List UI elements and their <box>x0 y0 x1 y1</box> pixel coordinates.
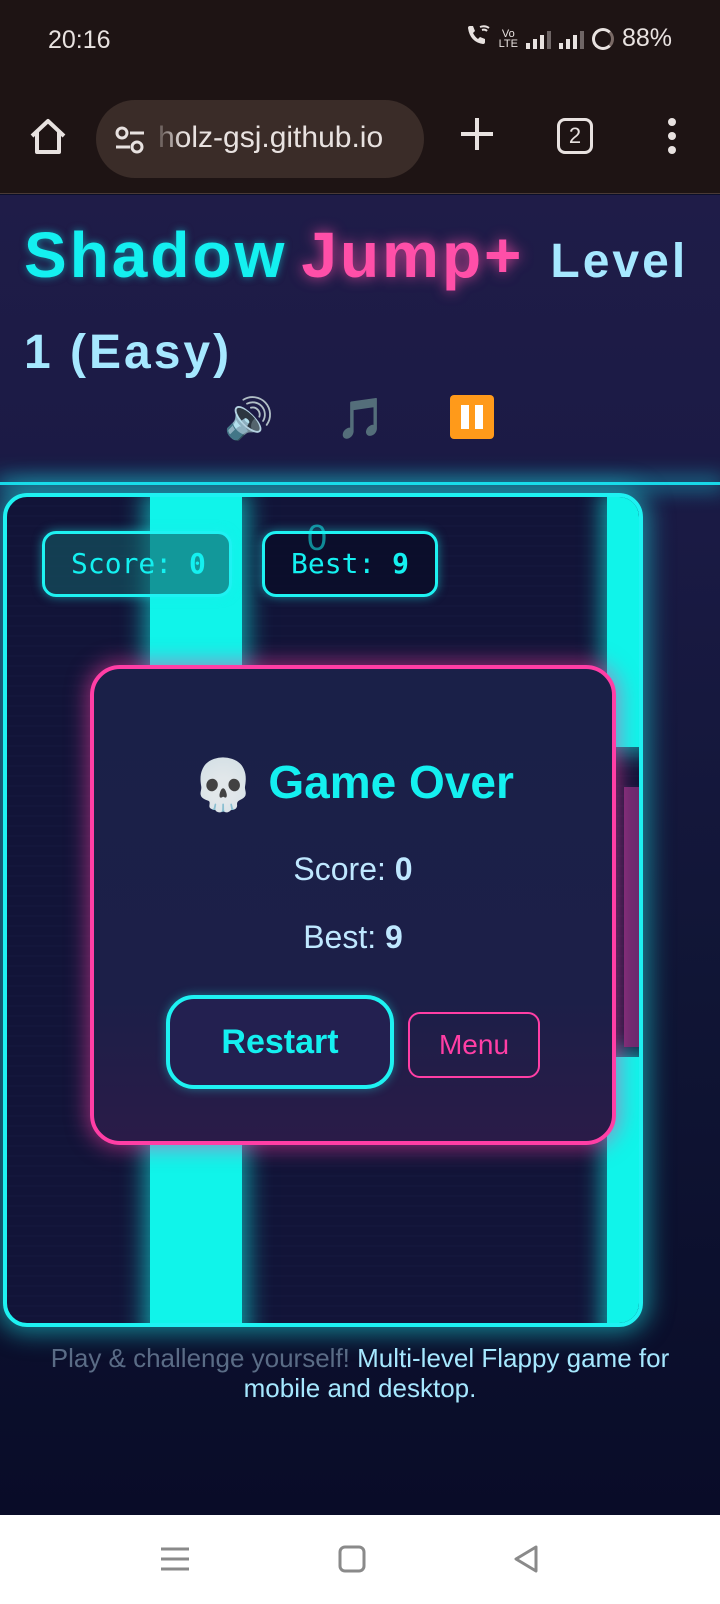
restart-button[interactable]: Restart <box>166 995 394 1089</box>
final-score: Score: 0 <box>293 851 413 887</box>
volte-icon: Vo LTE <box>498 27 518 50</box>
center-score: 0 <box>307 517 328 558</box>
page-title: Shadow Jump+ Level 1 (Easy) <box>24 215 714 404</box>
site-settings-icon[interactable] <box>112 122 148 158</box>
browser-toolbar: holz-gsj.github.io 2 <box>0 82 720 194</box>
status-icons: Vo LTE 88% <box>465 24 672 53</box>
game-controls: 🔊 🎵 <box>0 395 720 455</box>
status-time: 20:16 <box>48 26 111 54</box>
hud-best: Best: 9 <box>262 531 438 597</box>
music-toggle-icon[interactable]: 🎵 <box>336 395 386 443</box>
menu-button[interactable]: Menu <box>408 1012 540 1078</box>
title-jump: Jump+ <box>301 219 525 291</box>
hud-score: Score: 0 <box>42 531 232 597</box>
url-text: holz-gsj.github.io <box>158 121 384 154</box>
best-score: Best: 9 <box>303 919 403 955</box>
status-bar: 20:16 Vo LTE 88% <box>0 0 720 82</box>
pause-icon[interactable] <box>450 395 494 439</box>
game-over-title: 💀 Game Over <box>192 756 514 814</box>
system-nav-bar <box>0 1515 720 1604</box>
signal-2-icon <box>558 29 584 49</box>
recent-apps-icon[interactable] <box>157 1541 193 1577</box>
back-icon[interactable] <box>508 1541 544 1577</box>
footer-tagline: Play & challenge yourself! <box>50 1343 350 1373</box>
sound-toggle-icon[interactable]: 🔊 <box>224 395 274 443</box>
battery-percent: 88% <box>621 24 672 52</box>
wifi-calling-icon <box>465 24 491 53</box>
battery-icon <box>591 27 614 50</box>
title-shadow: Shadow <box>24 219 288 291</box>
obstacle-strip <box>624 787 639 1047</box>
address-bar[interactable]: holz-gsj.github.io <box>96 100 424 178</box>
new-tab-icon[interactable] <box>455 112 499 156</box>
divider <box>0 482 720 485</box>
tab-switcher-button[interactable]: 2 <box>557 118 593 154</box>
home-nav-icon[interactable] <box>334 1541 370 1577</box>
signal-1-icon <box>525 29 551 49</box>
more-options-icon[interactable] <box>660 114 684 158</box>
footer-text: Play & challenge yourself! Multi-level F… <box>20 1343 700 1403</box>
game-over-modal: 💀 Game Over Score: 0 Best: 9 Restart Menu <box>90 665 616 1145</box>
skull-icon: 💀 <box>192 757 255 814</box>
home-icon[interactable] <box>26 114 70 158</box>
